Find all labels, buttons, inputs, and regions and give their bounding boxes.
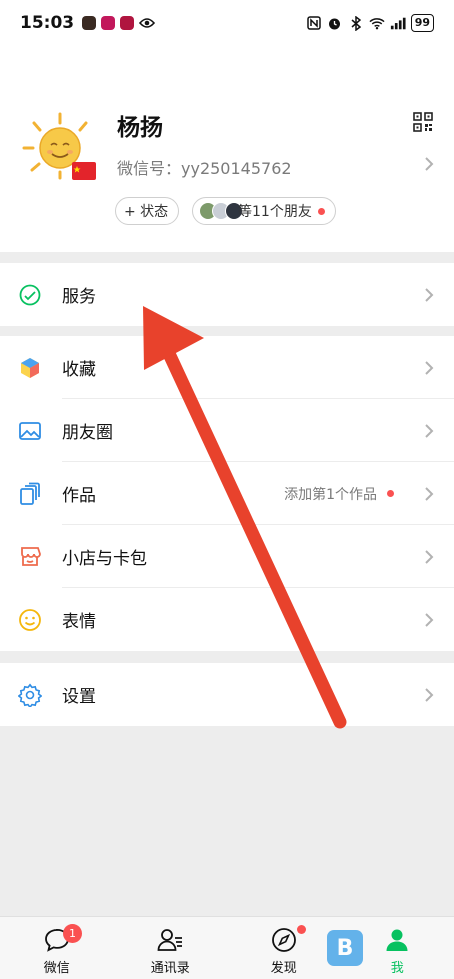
person-icon (386, 929, 408, 951)
unread-dot (387, 490, 394, 497)
status-bar: 15:03 99 (0, 0, 454, 46)
menu-item-store-wallet[interactable]: 小店与卡包 (0, 525, 454, 588)
menu-item-label: 朋友圈 (62, 423, 113, 443)
status-time: 15:03 (20, 13, 75, 33)
friends-chip-label: 等11个朋友 (238, 204, 312, 220)
menu-item-label: 作品 (62, 486, 96, 506)
alarm-icon (327, 15, 343, 31)
contacts-icon (157, 929, 183, 951)
wifi-icon (369, 15, 385, 31)
menu-item-label: 设置 (62, 687, 96, 707)
chevron-right-icon (424, 486, 434, 506)
image-icon (18, 419, 42, 443)
battery-indicator: 99 (410, 14, 434, 32)
chevron-right-icon (424, 612, 434, 632)
works-hint-text: 添加第1个作品 (284, 486, 377, 503)
tab-discover[interactable]: 发现 (227, 917, 341, 979)
shop-icon (18, 545, 42, 569)
app-notification-icon (120, 16, 135, 30)
eye-icon (139, 15, 156, 31)
bluetooth-icon (348, 15, 364, 31)
tab-chats[interactable]: 1 微信 (0, 917, 114, 979)
menu-group-service: 服务 (0, 263, 454, 326)
qr-code-icon[interactable] (413, 112, 433, 132)
unread-dot (297, 925, 306, 934)
service-icon (18, 283, 42, 307)
tab-label: 我 (390, 961, 404, 976)
avatar[interactable] (22, 112, 98, 182)
menu-item-moments[interactable]: 朋友圈 (0, 399, 454, 462)
tab-label: 微信 (43, 961, 70, 976)
menu-item-favorites[interactable]: 收藏 (0, 336, 454, 399)
profile-header[interactable]: 杨扬 微信号：yy250145762 + 状态 等11个朋友 (0, 46, 454, 252)
tab-contacts[interactable]: 通讯录 (114, 917, 228, 979)
chevron-right-icon (424, 156, 434, 176)
menu-group-main: 收藏 朋友圈 作品 添加第1个作品 小店与卡包 表情 (0, 336, 454, 651)
menu-item-label: 表情 (62, 612, 96, 632)
watermark-logo: B (327, 930, 363, 966)
add-status-button[interactable]: + 状态 (115, 197, 180, 225)
stacked-cards-icon (18, 482, 42, 506)
menu-item-service[interactable]: 服务 (0, 263, 454, 326)
unread-dot (317, 207, 325, 215)
bottom-tab-bar: 1 微信 通讯录 发现 我 (0, 916, 454, 979)
unread-badge: 1 (63, 924, 82, 943)
chevron-right-icon (424, 287, 434, 307)
menu-item-label: 收藏 (62, 360, 96, 380)
chevron-right-icon (424, 360, 434, 380)
menu-item-stickers[interactable]: 表情 (0, 588, 454, 651)
signal-icon (390, 15, 406, 31)
menu-group-settings: 设置 (0, 663, 454, 726)
profile-name: 杨扬 (117, 115, 163, 141)
menu-item-works[interactable]: 作品 添加第1个作品 (0, 462, 454, 525)
tab-label: 通讯录 (150, 961, 190, 976)
tab-label: 发现 (270, 961, 297, 976)
chevron-right-icon (424, 549, 434, 569)
works-hint: 添加第1个作品 (284, 484, 394, 504)
cube-icon (18, 356, 42, 380)
status-button-label: + 状态 (124, 204, 169, 220)
friends-status-chip[interactable]: 等11个朋友 (192, 197, 336, 225)
compass-icon (271, 928, 296, 952)
chevron-right-icon (424, 423, 434, 443)
menu-item-label: 服务 (62, 287, 96, 307)
gear-icon (17, 683, 43, 709)
app-notification-icon (101, 16, 116, 30)
menu-item-label: 小店与卡包 (62, 549, 147, 569)
chevron-right-icon (424, 687, 434, 707)
app-notification-icon (82, 16, 97, 30)
smiley-icon (18, 608, 42, 632)
nfc-icon (306, 15, 322, 31)
menu-item-settings[interactable]: 设置 (0, 663, 454, 726)
wechat-id: 微信号：yy250145762 (117, 159, 292, 178)
